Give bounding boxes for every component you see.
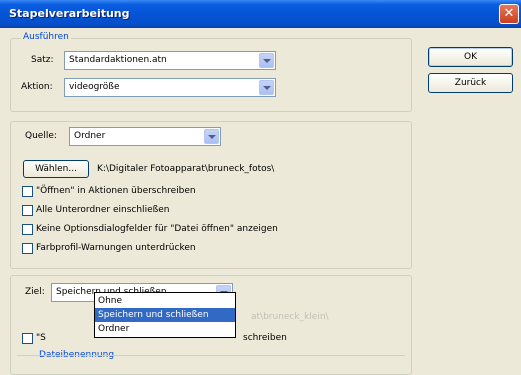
chevron-down-icon[interactable] [259,80,274,95]
satz-value: Standardaktionen.atn [69,55,167,65]
chevron-down-icon[interactable] [259,53,274,68]
quelle-combo[interactable]: Ordner [69,127,221,146]
aktion-value: videogröße [69,82,120,92]
ziel-option-ordner[interactable]: Ordner [95,322,235,336]
quelle-value: Ordner [74,131,106,141]
suppress-color-warnings-label: Farbprofil-Warnungen unterdrücken [36,243,196,253]
dialog-client: Ausführen Satz: Standardaktionen.atn Akt… [0,28,521,375]
back-button[interactable]: Zurück [428,73,513,93]
suppress-open-dialogs-label: Keine Optionsdialogfelder für "Datei öff… [36,224,278,234]
suppress-color-warnings-checkbox[interactable] [22,243,33,254]
choose-folder-button[interactable]: Wählen... [23,160,89,178]
ausfuehren-group: Ausführen Satz: Standardaktionen.atn Akt… [10,32,412,112]
close-button[interactable]: ✕ [499,4,519,24]
override-open-label: "Öffnen" in Aktionen überschreiben [36,186,196,196]
quelle-label: Quelle: [25,131,57,141]
chevron-down-icon[interactable] [204,129,219,144]
window-title: Stapelverarbeitung [9,7,130,20]
ziel-option-save-close[interactable]: Speichern und schließen [95,308,235,322]
ziel-option-ohne[interactable]: Ohne [95,294,235,308]
title-bar: Stapelverarbeitung ✕ [0,0,521,28]
ok-button[interactable]: OK [428,47,513,67]
satz-label: Satz: [31,55,54,65]
close-icon: ✕ [503,6,515,21]
override-save-label-tail: schreiben [243,333,287,343]
include-subfolders-label: Alle Unterordner einschließen [36,205,170,215]
suppress-open-dialogs-checkbox[interactable] [22,224,33,235]
ziel-dropdown-list: Ohne Speichern und schließen Ordner [94,292,236,338]
aktion-label: Aktion: [21,82,53,92]
aktion-combo[interactable]: videogröße [64,78,276,97]
override-save-label-prefix: "S [36,333,46,343]
include-subfolders-checkbox[interactable] [22,205,33,216]
override-save-checkbox[interactable] [22,333,33,344]
quelle-group: Quelle: Ordner Wählen... K:\Digitaler Fo… [10,121,412,269]
source-path: K:\Digitaler Fotoapparat\bruneck_fotos\ [97,164,275,174]
ausfuehren-legend: Ausführen [21,32,71,42]
dateibenennung-divider [17,355,405,356]
ziel-label: Ziel: [25,287,45,297]
override-open-checkbox[interactable] [22,186,33,197]
satz-combo[interactable]: Standardaktionen.atn [64,51,276,70]
target-path: at\bruneck_klein\ [251,312,329,322]
